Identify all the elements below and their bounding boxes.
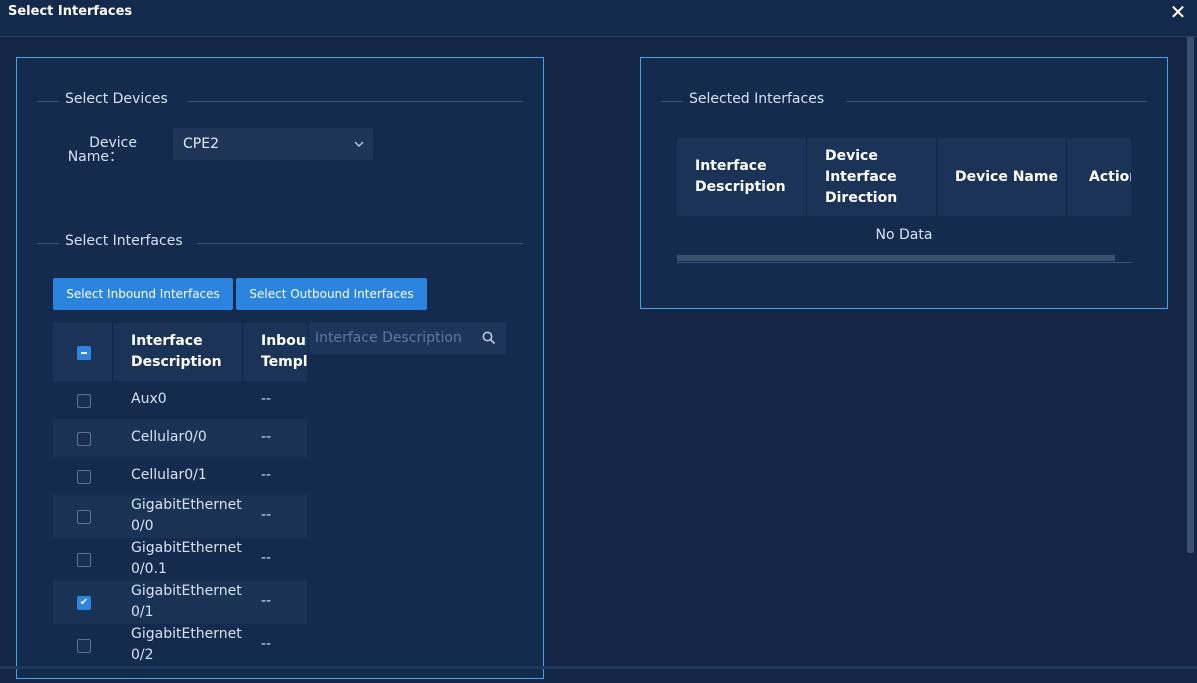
table-header: InterfaceDescription InboundTemplate [53, 323, 307, 381]
device-name-select[interactable]: CPE2 [173, 128, 373, 160]
selected-table-header: Interface Description Device Interface Dire… [677, 138, 1131, 216]
selected-interfaces-legend: Selected Interfaces [661, 91, 1147, 111]
select-interfaces-title: Select Interfaces [65, 233, 187, 249]
horizontal-scrollbar[interactable] [677, 255, 1131, 263]
row-description: Cellular0/1 [131, 467, 207, 483]
header-interface-description[interactable]: Interface Description [695, 156, 805, 198]
selected-panel: Selected Interfaces Interface Description… [640, 57, 1168, 309]
row-description: GigabitEthernet 0/1 [131, 583, 242, 620]
search-icon[interactable] [481, 330, 497, 346]
row-inbound: -- [261, 593, 272, 609]
header-interface-description[interactable]: Interface Description [131, 331, 251, 373]
table-row[interactable]: Cellular0/1 -- [53, 457, 307, 495]
row-checkbox[interactable] [77, 553, 91, 567]
select-all-checkbox[interactable] [77, 346, 91, 360]
no-data-text: No Data [677, 216, 1131, 254]
select-devices-title: Select Devices [65, 91, 172, 107]
table-row[interactable]: ✔ GigabitEthernet 0/1 -- [53, 581, 307, 624]
table-row[interactable]: Aux0 -- [53, 381, 307, 419]
row-inbound: -- [261, 636, 272, 652]
interface-search[interactable]: Interface Description [309, 322, 506, 354]
row-description: GigabitEthernet 0/0 [131, 497, 242, 534]
table-row[interactable]: GigabitEthernet 0/0 -- [53, 495, 307, 538]
select-panel: Select Devices Device Name： CPE2 Select … [16, 57, 544, 679]
row-inbound: -- [261, 550, 272, 566]
device-name-value: CPE2 [183, 136, 219, 152]
row-description: Cellular0/0 [131, 429, 207, 445]
row-checkbox[interactable] [77, 510, 91, 524]
row-checkbox[interactable] [77, 394, 91, 408]
select-interfaces-legend: Select Interfaces [37, 233, 523, 253]
row-checkbox[interactable] [77, 470, 91, 484]
row-inbound: -- [261, 467, 272, 483]
table-row[interactable]: GigabitEthernet 0/0.1 -- [53, 538, 307, 581]
interfaces-table: InterfaceDescription InboundTemplate Aux… [53, 323, 307, 683]
header-inbound-template[interactable]: InboundTemplate [261, 331, 307, 373]
row-inbound: -- [261, 429, 272, 445]
header-action[interactable]: Action [1089, 167, 1131, 188]
select-devices-legend: Select Devices [37, 91, 523, 111]
dialog-title: Select Interfaces [8, 4, 133, 19]
vertical-scrollbar[interactable] [1187, 37, 1194, 553]
row-checkbox[interactable] [77, 432, 91, 446]
header-device-name[interactable]: Device Name [955, 167, 1075, 188]
chevron-down-icon [353, 134, 365, 157]
table-row[interactable]: GigabitEthernet 0/2 -- [53, 624, 307, 667]
table-row[interactable]: Cellular0/0 -- [53, 419, 307, 457]
row-inbound: -- [261, 507, 272, 523]
selected-table: Interface Description Device Interface Dire… [677, 138, 1131, 263]
row-checkbox[interactable] [77, 639, 91, 653]
row-description: GigabitEthernet 0/0.1 [131, 540, 242, 577]
dialog-titlebar: Select Interfaces ✕ [0, 0, 1197, 37]
row-checkbox[interactable]: ✔ [77, 596, 91, 610]
header-device-interface-direction[interactable]: Device Interface Direction [825, 146, 935, 209]
select-outbound-button[interactable]: Select Outbound Interfaces [236, 278, 427, 310]
row-description: Aux0 [131, 391, 167, 407]
close-icon[interactable]: ✕ [1168, 1, 1188, 23]
search-placeholder: Interface Description [315, 330, 462, 346]
selected-interfaces-title: Selected Interfaces [689, 91, 829, 107]
horizontal-scrollbar-thumb[interactable] [677, 255, 1115, 261]
select-inbound-button[interactable]: Select Inbound Interfaces [53, 278, 233, 310]
row-inbound: -- [261, 391, 272, 407]
row-description: GigabitEthernet 0/2 [131, 626, 242, 663]
